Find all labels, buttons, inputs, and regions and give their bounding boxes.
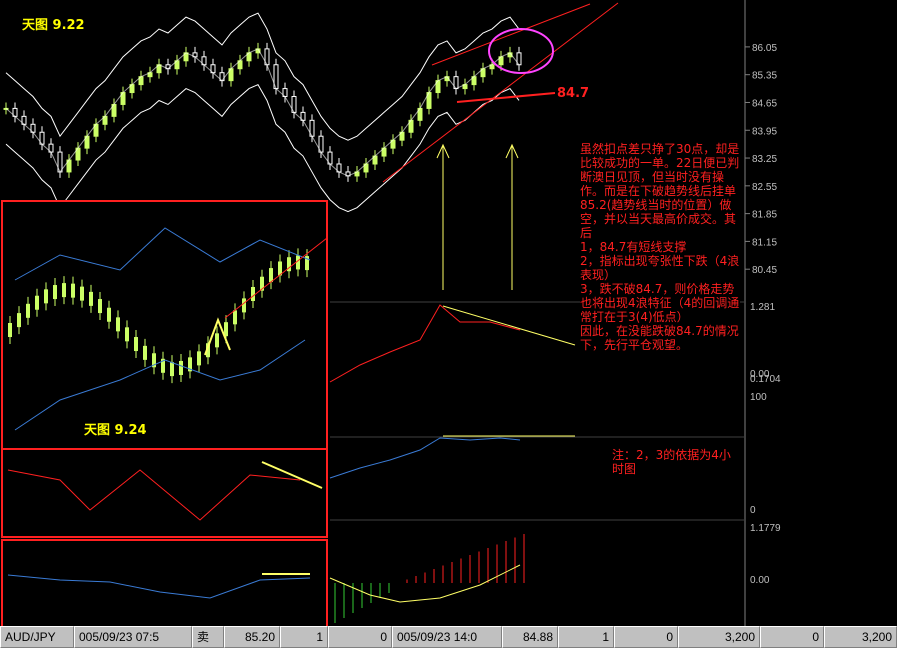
inset-candle-body: [107, 307, 111, 322]
inset-indicator-frame-1: [1, 448, 328, 538]
inset-candle-body: [215, 333, 219, 348]
inset-candle-body: [71, 283, 75, 298]
analysis-note: 虽然扣点差只挣了30点，却是比较成功的一单。22日便已判断澳日见顶，但当时没有操…: [580, 142, 740, 352]
y-tick-label: 84.65: [752, 98, 777, 109]
inset-frame: [1, 200, 328, 450]
inset-candle-body: [89, 291, 93, 306]
chart-stage: 86.05 85.35 84.65 83.95 83.25 82.55 81.85 81.15…: [0, 0, 897, 648]
inset-candle-body: [116, 317, 120, 332]
inset-candle-body: [179, 360, 183, 375]
qty-cell: 1: [280, 626, 328, 648]
footnote: 注：2，3的依据为4小时图: [612, 448, 731, 476]
inset-candle-body: [134, 337, 138, 352]
symbol-cell: AUD/JPY: [0, 626, 74, 648]
y-tick-label: 85.35: [752, 71, 777, 82]
y-tick-label: 81.15: [752, 237, 777, 248]
indicator-line-1: [329, 304, 521, 383]
amount-cell-2: 3,200: [824, 626, 897, 648]
zero-cell-1: 0: [328, 626, 392, 648]
inset-candle-body: [53, 285, 57, 300]
side-cell: 卖: [192, 626, 224, 648]
close-price-cell: 84.88: [502, 626, 558, 648]
inset-candle-body: [62, 283, 66, 298]
inset-candle-body: [233, 310, 237, 325]
qty-cell-2: 1: [558, 626, 614, 648]
inset-candle-body: [269, 268, 273, 283]
y-tick-label: 80.45: [752, 265, 777, 276]
inset-candle-body: [80, 286, 84, 301]
inset-candle-body: [44, 289, 48, 304]
inset-candle-body: [98, 299, 102, 314]
y-tick-label: 81.85: [752, 210, 777, 221]
inset-candle-body: [251, 286, 255, 301]
highlight-circle: [488, 28, 554, 74]
inset-candle-body: [170, 362, 174, 377]
inset-candle-body: [35, 295, 39, 310]
status-bar: AUD/JPY 005/09/23 07:5 卖 85.20 1 0 005/0…: [0, 626, 897, 648]
y-tick-label: 82.55: [752, 182, 777, 193]
inset-candle-body: [8, 323, 12, 337]
main-chart-title: 天图 9.22: [22, 18, 85, 33]
signal-line: [329, 564, 521, 603]
chart-svg: 86.05 85.35 84.65 83.95 83.25 82.55 81.85 81.15…: [1, 0, 781, 629]
close-time-cell: 005/09/23 14:0: [392, 626, 502, 648]
y-tick-label: 83.95: [752, 126, 777, 137]
inset-candle-body: [242, 298, 246, 313]
inset-candle-body: [17, 313, 21, 328]
inset-candle-body: [143, 345, 147, 360]
bollinger-middle: [5, 48, 520, 177]
indicator-line-2: [329, 437, 521, 479]
amount-cell-1: 3,200: [678, 626, 760, 648]
open-time-cell: 005/09/23 07:5: [74, 626, 192, 648]
indicator-tick-label: 0: [750, 505, 756, 516]
indicator-tick-label: 1.281: [750, 302, 775, 313]
indicator-tick-label: 0.00: [750, 575, 770, 586]
indicator-tick-label: 100: [750, 392, 767, 403]
y-tick-label: 86.05: [752, 43, 777, 54]
zero-cell-2: 0: [614, 626, 678, 648]
y-tick-label: 83.25: [752, 154, 777, 165]
inset-candle-body: [26, 303, 30, 318]
inset-chart-title: 天图 9.24: [84, 423, 147, 438]
indicator-tick-label: 1.1779: [750, 523, 781, 534]
zero-cell-3: 0: [760, 626, 824, 648]
indicator-tick-label: 0.1704: [750, 374, 781, 385]
support-line: [456, 92, 556, 103]
support-level-label: 84.7: [557, 86, 590, 101]
open-price-cell: 85.20: [224, 626, 280, 648]
indicator-trend-1: [442, 305, 576, 346]
inset-candle-body: [197, 351, 201, 366]
inset-indicator-frame-2: [1, 539, 328, 629]
inset-candle-body: [125, 327, 129, 342]
